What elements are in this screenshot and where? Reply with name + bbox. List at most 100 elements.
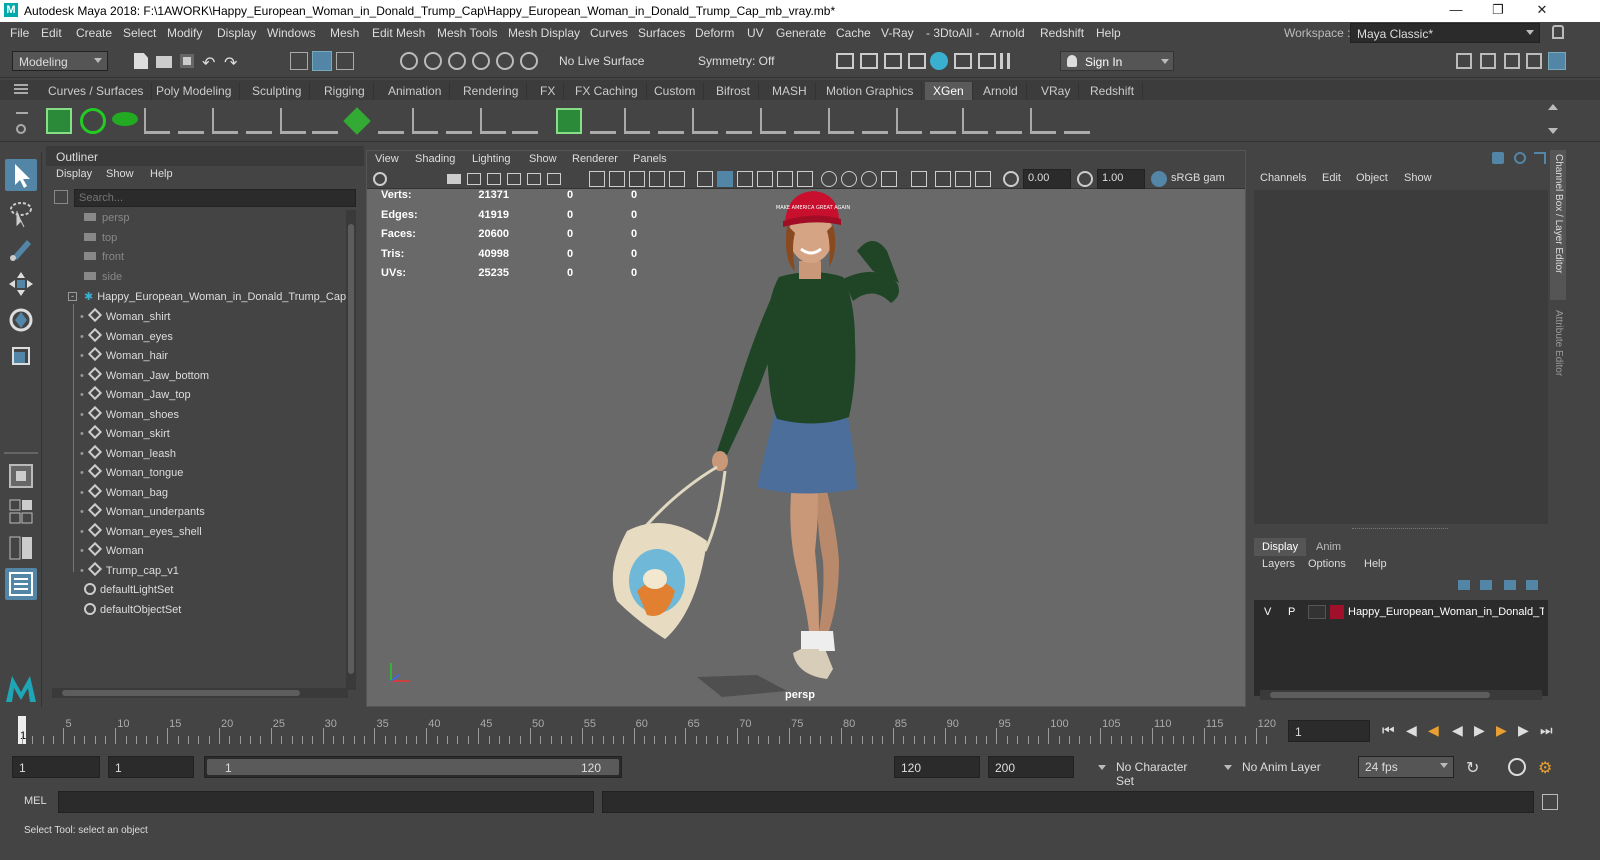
layer-menu-help[interactable]: Help [1364, 558, 1387, 570]
tree-item-side[interactable]: side [84, 271, 122, 290]
camera-attributes-icon[interactable] [447, 174, 461, 184]
gate-mask-icon[interactable] [629, 171, 645, 187]
go-to-end-icon[interactable]: ⏭ [1540, 722, 1553, 739]
human-ik-icon[interactable] [1480, 53, 1496, 69]
xgen-guide-icon-7[interactable] [378, 108, 404, 134]
viewport-menu-show[interactable]: Show [529, 153, 557, 165]
layer-move-up-icon[interactable] [1458, 580, 1470, 590]
tree-item-front[interactable]: front [84, 251, 124, 270]
bookmark-icon[interactable] [467, 173, 481, 185]
menu-file[interactable]: File [10, 26, 29, 40]
viewport-menu-shading[interactable]: Shading [415, 153, 455, 165]
shelf-tab-poly-modeling[interactable]: Poly Modeling [148, 82, 241, 100]
viewport-menu-panels[interactable]: Panels [633, 153, 667, 165]
groom-brush-icon-8[interactable] [828, 108, 854, 134]
shelf-tab-motion-graphics[interactable]: Motion Graphics [818, 82, 923, 100]
groom-brush-icon-14[interactable] [1030, 108, 1056, 134]
outliner-menu-show[interactable]: Show [106, 168, 134, 180]
layer-playback-toggle[interactable]: P [1288, 606, 1295, 618]
xgen-collection-icon[interactable] [80, 108, 106, 134]
layer-name[interactable]: Happy_European_Woman_in_Donald_T [1348, 606, 1544, 618]
new-scene-icon[interactable] [134, 53, 148, 69]
tree-item-woman-skirt[interactable]: • Woman_skirt [80, 424, 170, 446]
tree-item-persp[interactable]: persp [84, 212, 130, 231]
shelf-tab-bifrost[interactable]: Bifrost [708, 82, 760, 100]
groom-brush-icon-3[interactable] [658, 108, 684, 134]
outliner-horizontal-scrollbar[interactable] [52, 688, 348, 698]
groom-brush-icon-1[interactable] [590, 108, 616, 134]
scale-tool-icon[interactable] [5, 340, 37, 372]
xray-joints-icon[interactable] [955, 171, 971, 187]
isolate-select-icon[interactable] [911, 171, 927, 187]
select-hierarchy-icon[interactable] [290, 52, 308, 70]
step-forward-key-icon[interactable]: ▶ [1496, 722, 1507, 739]
single-view-layout-icon[interactable] [5, 460, 37, 492]
channelbox-help-icon[interactable] [1514, 152, 1526, 164]
fps-dropdown[interactable]: 24 fps [1358, 756, 1454, 778]
tree-item-woman-shirt[interactable]: • Woman_shirt [80, 307, 170, 329]
menu-display[interactable]: Display [217, 26, 256, 40]
grease-pencil-icon[interactable] [527, 173, 541, 185]
tree-item-default-light-set[interactable]: defaultLightSet [84, 583, 173, 602]
layer-tab-anim[interactable]: Anim [1316, 541, 1341, 553]
color-management-icon[interactable] [1151, 171, 1167, 187]
panel-splitter[interactable] [1352, 528, 1448, 531]
xgen-guide-icon-8[interactable] [412, 108, 438, 134]
four-view-layout-icon[interactable] [5, 496, 37, 528]
shelf-tab-xgen[interactable]: XGen [925, 82, 973, 100]
exposure-icon[interactable] [1003, 171, 1019, 187]
playback-start-field[interactable]: 1 [108, 756, 194, 778]
script-editor-icon[interactable] [1542, 794, 1558, 810]
xgen-guide-icon-1[interactable] [144, 108, 170, 134]
menu-surfaces[interactable]: Surfaces [638, 26, 685, 40]
viewport-menu-view[interactable]: View [375, 153, 399, 165]
shelf-tab-custom[interactable]: Custom [646, 82, 705, 100]
menu-uv[interactable]: UV [747, 26, 764, 40]
rotate-tool-icon[interactable] [5, 304, 37, 336]
groom-brush-icon-12[interactable] [962, 108, 988, 134]
two-d-pan-icon[interactable] [507, 173, 521, 185]
menuset-dropdown[interactable]: Modeling [12, 51, 108, 71]
tree-item-top[interactable]: top [84, 232, 117, 251]
select-object-icon[interactable] [312, 51, 332, 71]
command-input[interactable] [58, 791, 594, 813]
time-slider-track[interactable]: 1 5 10 15 20 25 30 35 40 45 50 55 60 65 70 75 80 85 90 95 1… [16, 716, 1276, 744]
groom-brush-icon-4[interactable] [692, 108, 718, 134]
groom-brush-icon-2[interactable] [624, 108, 650, 134]
side-tab-channel-box[interactable]: Channel Box / Layer Editor [1550, 150, 1566, 300]
playback-end-field[interactable]: 120 [894, 756, 980, 778]
outliner-filter-icon[interactable] [54, 190, 68, 204]
outliner-vertical-scrollbar[interactable] [346, 210, 356, 690]
safe-action-icon[interactable] [669, 171, 685, 187]
multisample-aa-icon[interactable] [861, 171, 877, 187]
new-layer-selected-icon[interactable] [1526, 580, 1538, 590]
shelf-menu-icon[interactable] [14, 84, 28, 86]
close-button[interactable]: ✕ [1530, 2, 1554, 20]
gamma-icon[interactable] [1077, 171, 1093, 187]
side-tab-attribute-editor[interactable]: Attribute Editor [1550, 304, 1566, 400]
step-forward-frame-icon[interactable]: ▶ [1518, 722, 1529, 739]
menu-deform[interactable]: Deform [695, 26, 734, 40]
xgen-groom-icon[interactable] [343, 107, 371, 135]
render-frame-icon[interactable] [860, 53, 878, 69]
time-slider[interactable]: 1 5 10 15 20 25 30 35 40 45 50 55 60 65 70 75 80 85 90 95 1… [0, 712, 1600, 748]
layer-row[interactable]: V P Happy_European_Woman_in_Donald_T [1254, 602, 1546, 622]
menu-curves[interactable]: Curves [590, 26, 628, 40]
shelf-tab-rigging[interactable]: Rigging [316, 82, 374, 100]
snap-view-plane-icon[interactable] [496, 52, 514, 70]
field-chart-icon[interactable] [649, 171, 665, 187]
shelf-tab-redshift[interactable]: Redshift [1082, 82, 1144, 100]
outliner-search-input[interactable] [74, 189, 356, 207]
interactive-groom-icon[interactable] [556, 108, 582, 134]
channelbox-float-icon[interactable] [1534, 152, 1546, 164]
shelf-tab-rendering[interactable]: Rendering [455, 82, 528, 100]
shelf-scroll-down-icon[interactable] [1548, 128, 1558, 134]
use-all-lights-icon[interactable] [777, 171, 793, 187]
menu-help[interactable]: Help [1096, 26, 1121, 40]
anim-preferences-icon[interactable]: ⚙ [1538, 758, 1552, 778]
menu-redshift[interactable]: Redshift [1040, 26, 1084, 40]
tool-settings-icon[interactable] [1526, 53, 1542, 69]
scrollbar-thumb[interactable] [62, 690, 300, 696]
shadows-icon[interactable] [797, 171, 813, 187]
range-slider-handle[interactable] [207, 759, 619, 775]
